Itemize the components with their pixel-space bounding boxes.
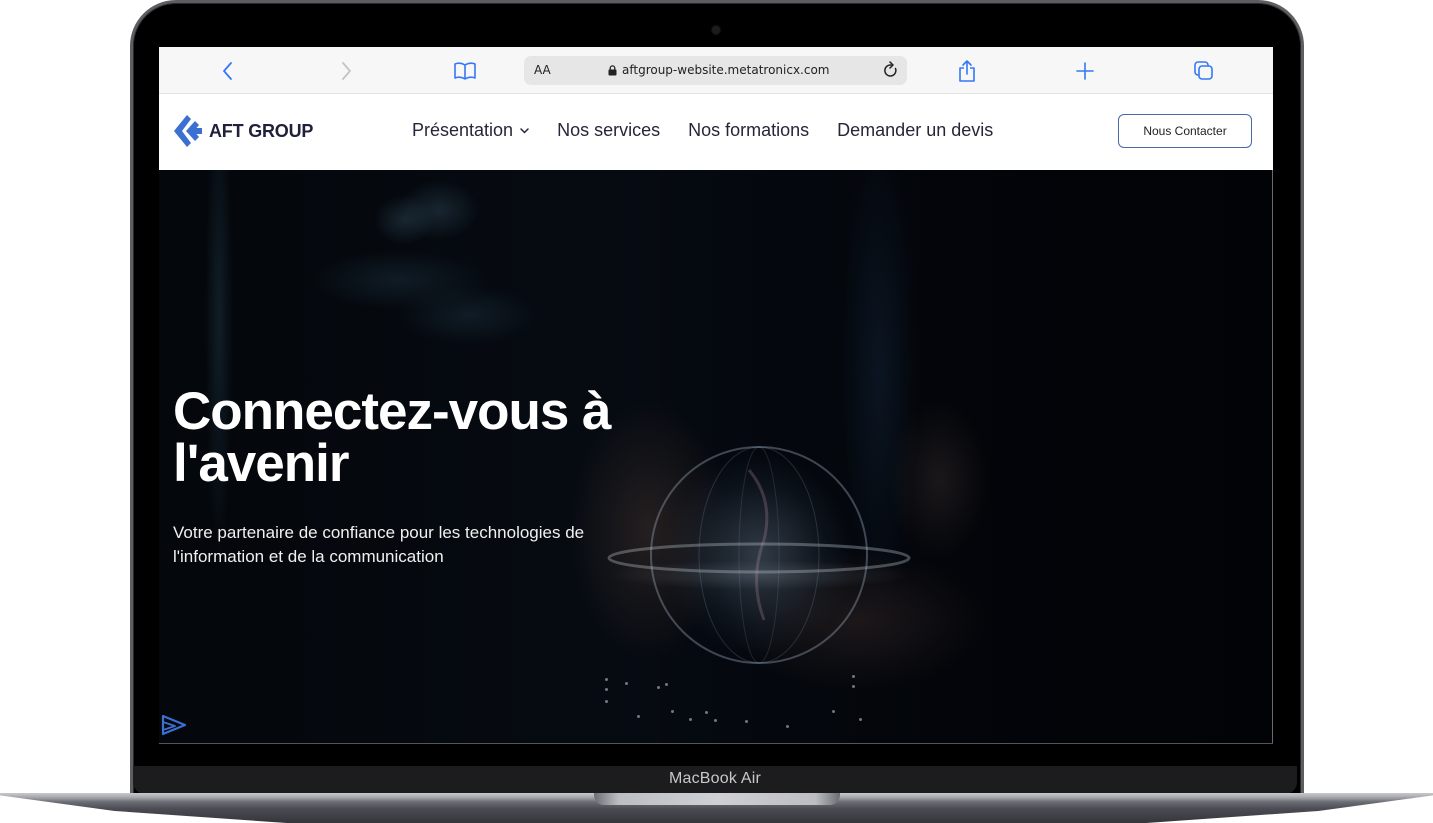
share-icon xyxy=(959,60,975,82)
nav-item-presentation[interactable]: Présentation xyxy=(412,120,529,141)
nav-item-services[interactable]: Nos services xyxy=(557,120,660,141)
nav-item-label: Nos services xyxy=(557,120,661,140)
scrollbar-edge xyxy=(1272,170,1273,744)
url-display[interactable]: aftgroup-website.metatronicx.com xyxy=(608,63,830,77)
play-icon[interactable] xyxy=(161,714,189,738)
chevron-right-icon xyxy=(342,62,351,80)
url-text: aftgroup-website.metatronicx.com xyxy=(622,63,830,77)
aft-logo-icon xyxy=(174,115,202,147)
text-size-button[interactable]: AA xyxy=(534,63,551,77)
nav-item-devis[interactable]: Demander un devis xyxy=(837,120,993,141)
plus-icon xyxy=(1076,62,1094,80)
hero-title: Connectez-vous à l'avenir xyxy=(173,382,612,493)
nav-item-formations[interactable]: Nos formations xyxy=(688,120,809,141)
forward-button[interactable] xyxy=(334,59,358,83)
chevron-left-icon xyxy=(223,62,232,80)
nav-item-label: Nos formations xyxy=(688,120,810,140)
bookmarks-button[interactable] xyxy=(453,59,477,83)
laptop-hinge-notch xyxy=(594,793,840,805)
camera-icon xyxy=(712,26,720,34)
tabs-icon xyxy=(1194,61,1213,80)
site-logo[interactable]: AFT GROUP xyxy=(173,114,313,148)
back-button[interactable] xyxy=(216,59,240,83)
share-button[interactable] xyxy=(955,59,979,83)
contact-button[interactable]: Nous Contacter xyxy=(1118,114,1252,148)
main-nav: Présentation Nos services Nos formations… xyxy=(412,120,1021,141)
laptop-chin: MacBook Air xyxy=(133,766,1297,794)
site-header: AFT GROUP Présentation Nos services Nos … xyxy=(159,94,1273,170)
book-icon xyxy=(454,62,476,80)
new-tab-button[interactable] xyxy=(1073,59,1097,83)
logo-text: AFT GROUP xyxy=(209,120,314,141)
address-bar[interactable]: AA aftgroup-website.metatronicx.com xyxy=(524,56,907,85)
device-label: MacBook Air xyxy=(668,770,761,787)
browser-toolbar: AA aftgroup-website.metatronicx.com xyxy=(159,47,1273,94)
hero-subtitle: Votre partenaire de confiance pour les t… xyxy=(173,523,585,566)
reload-button[interactable] xyxy=(881,60,901,80)
hero-section: Connectez-vous à l'avenir Votre partenai… xyxy=(159,170,1273,744)
chevron-down-icon xyxy=(520,127,529,134)
browser-screen: AA aftgroup-website.metatronicx.com AFT … xyxy=(159,47,1273,744)
reload-icon xyxy=(884,61,897,77)
nav-item-label: Demander un devis xyxy=(837,120,994,140)
hero-divider xyxy=(159,743,1273,744)
tabs-overview-button[interactable] xyxy=(1192,59,1216,83)
nav-item-label: Présentation xyxy=(412,120,514,140)
lock-icon xyxy=(608,64,617,75)
